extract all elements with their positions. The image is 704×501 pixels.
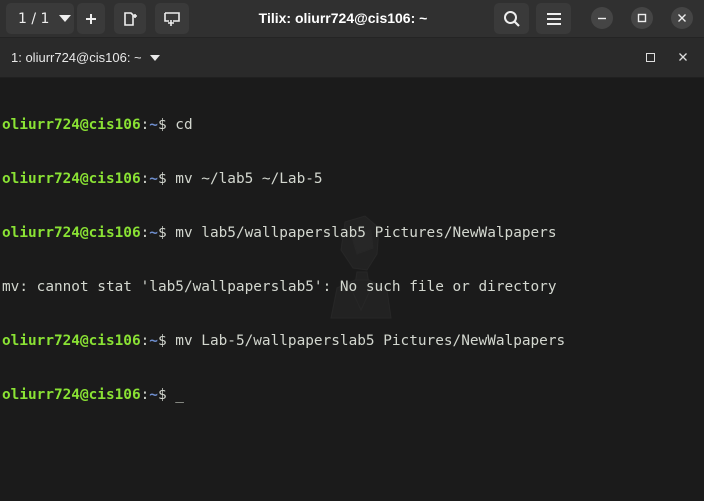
command-text: mv ~/lab5 ~/Lab-5 <box>175 171 323 187</box>
prompt-separator: : <box>140 387 150 403</box>
add-terminal-right-button[interactable] <box>114 3 146 34</box>
terminal-title-menu[interactable]: 1: oliurr724@cis106: ~ <box>11 38 160 77</box>
tilix-window: 1 / 1 Tilix: oliurr724@cis106: ~ 1: oliu… <box>0 0 704 501</box>
prompt-path: ~ <box>149 333 158 349</box>
prompt-symbol: $ <box>157 333 176 349</box>
prompt-user: oliurr724@cis106 <box>2 117 141 133</box>
add-terminal-down-button[interactable] <box>155 3 189 34</box>
terminal-title: 1: oliurr724@cis106: ~ <box>11 50 142 65</box>
prompt-separator: : <box>140 171 150 187</box>
error-output: mv: cannot stat 'lab5/wallpaperslab5': N… <box>2 279 557 295</box>
split-down-icon <box>164 11 180 26</box>
close-button[interactable] <box>671 7 693 29</box>
minimize-button[interactable] <box>591 7 613 29</box>
close-icon <box>678 14 686 22</box>
prompt-user: oliurr724@cis106 <box>2 333 141 349</box>
main-menu-button[interactable] <box>536 3 571 34</box>
prompt-path: ~ <box>149 387 158 403</box>
prompt-user: oliurr724@cis106 <box>2 387 141 403</box>
prompt-path: ~ <box>149 171 158 187</box>
prompt-separator: : <box>140 333 150 349</box>
maximize-button[interactable] <box>631 7 653 29</box>
terminal-line: mv: cannot stat 'lab5/wallpaperslab5': N… <box>2 278 565 296</box>
session-switcher-button[interactable]: 1 / 1 <box>6 3 74 34</box>
add-session-button[interactable] <box>77 3 105 34</box>
terminal-line: oliurr724@cis106:~$ mv Lab-5/wallpapersl… <box>2 332 565 350</box>
session-indicator: 1 / 1 <box>18 10 50 27</box>
terminal-output: oliurr724@cis106:~$ cd oliurr724@cis106:… <box>2 80 565 440</box>
terminal-body[interactable]: oliurr724@cis106:~$ cd oliurr724@cis106:… <box>0 78 704 501</box>
command-text: cd <box>175 117 193 133</box>
prompt-symbol: $ <box>157 225 176 241</box>
command-text: mv lab5/wallpaperslab5 Pictures/NewWalpa… <box>175 225 557 241</box>
minimize-icon <box>598 17 606 20</box>
prompt-path: ~ <box>149 225 158 241</box>
terminal-line: oliurr724@cis106:~$ _ <box>2 386 565 404</box>
terminal-line: oliurr724@cis106:~$ mv ~/lab5 ~/Lab-5 <box>2 170 565 188</box>
maximize-icon <box>637 13 647 23</box>
caret-down-icon <box>59 15 72 22</box>
search-icon <box>503 10 520 27</box>
prompt-path: ~ <box>149 117 158 133</box>
prompt-symbol: $ <box>157 387 176 403</box>
command-text: mv Lab-5/wallpaperslab5 Pictures/NewWalp… <box>175 333 566 349</box>
prompt-separator: : <box>140 117 150 133</box>
terminal-cursor: _ <box>175 387 184 403</box>
split-right-icon <box>124 11 137 26</box>
terminal-maximize-button[interactable] <box>646 53 655 62</box>
terminal-close-button[interactable] <box>676 50 690 64</box>
hamburger-menu-icon <box>546 12 561 25</box>
search-button[interactable] <box>494 3 529 34</box>
close-icon <box>679 53 687 61</box>
terminal-line: oliurr724@cis106:~$ cd <box>2 116 565 134</box>
terminal-line: oliurr724@cis106:~$ mv lab5/wallpapersla… <box>2 224 565 242</box>
prompt-user: oliurr724@cis106 <box>2 171 141 187</box>
window-title: Tilix: oliurr724@cis106: ~ <box>258 10 428 26</box>
prompt-symbol: $ <box>157 171 176 187</box>
terminal-title-bar: 1: oliurr724@cis106: ~ <box>0 38 704 78</box>
header-bar: 1 / 1 Tilix: oliurr724@cis106: ~ <box>0 0 704 38</box>
plus-icon <box>86 13 96 24</box>
prompt-symbol: $ <box>157 117 176 133</box>
prompt-separator: : <box>140 225 150 241</box>
prompt-user: oliurr724@cis106 <box>2 225 141 241</box>
caret-down-icon <box>149 54 160 61</box>
